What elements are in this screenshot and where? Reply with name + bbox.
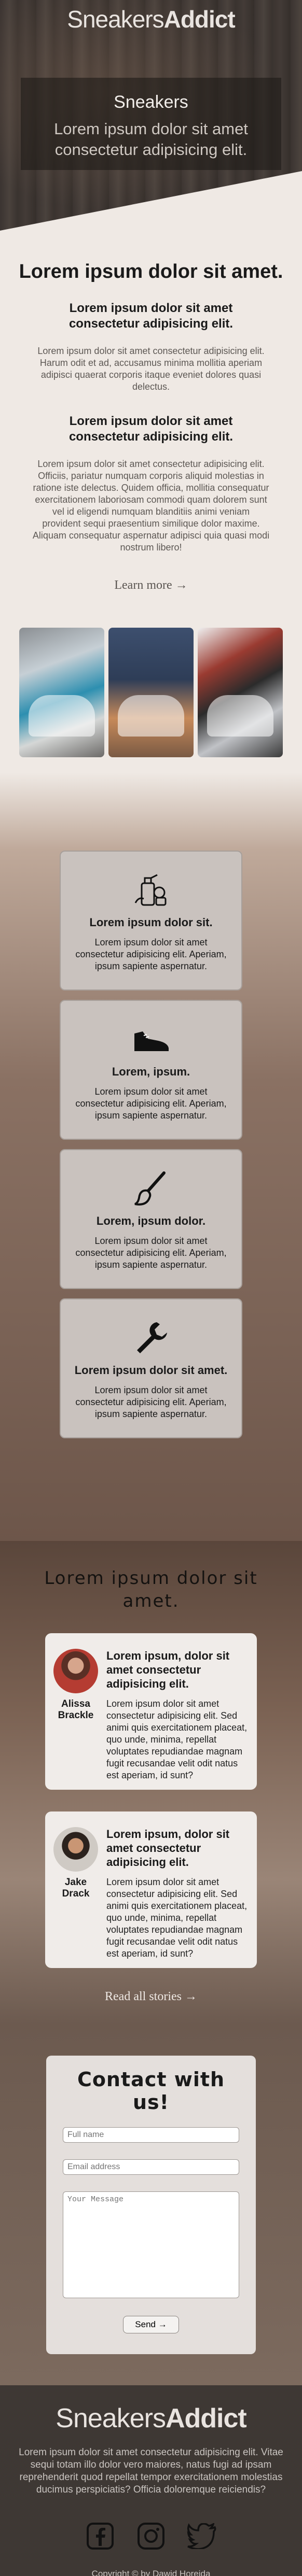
hero-header: SneakersAddict Sneakers Lorem ipsum dolo…	[0, 0, 302, 231]
feature-card: Lorem ipsum dolor sit. Lorem ipsum dolor…	[60, 851, 242, 990]
intro-section: Lorem ipsum dolor sit amet. Lorem ipsum …	[0, 231, 302, 628]
footer-brand-part2: Addict	[165, 2403, 247, 2433]
message-textarea[interactable]	[63, 2191, 239, 2298]
wrench-icon	[61, 1314, 241, 1361]
copyright: Copyright © by Dawid Horejda	[91, 2569, 211, 2576]
story-author: Jake Drack	[62, 1877, 90, 1899]
story-card: Alissa Brackle Lorem ipsum, dolor sit am…	[45, 1633, 257, 1790]
brand-logo[interactable]: SneakersAddict	[0, 5, 302, 33]
brand-part2: Addict	[163, 6, 236, 33]
contact-title: Contact with us!	[77, 2068, 225, 2114]
footer-text: Lorem ipsum dolor sit amet consectetur a…	[19, 2447, 283, 2495]
avatar	[53, 1827, 98, 1872]
full-name-input[interactable]	[63, 2127, 239, 2143]
story-heading: Lorem ipsum, dolor sit amet consectetur …	[106, 1828, 230, 1869]
features-section: Lorem ipsum dolor sit. Lorem ipsum dolor…	[0, 773, 302, 1541]
story-text: Lorem ipsum dolor sit amet consectetur a…	[106, 1699, 248, 1780]
brand-part1: Sneakers	[67, 6, 164, 33]
feature-text: Lorem ipsum dolor sit amet consectetur a…	[75, 1385, 227, 1419]
sneaker-care-icon	[61, 866, 241, 913]
intro-block1-text: Lorem ipsum dolor sit amet consectetur a…	[37, 346, 265, 392]
feature-title: Lorem, ipsum dolor.	[96, 1214, 206, 1227]
send-button[interactable]: Send →	[123, 2316, 179, 2333]
story-card: Jake Drack Lorem ipsum, dolor sit amet c…	[45, 1811, 257, 1968]
feature-card: Lorem, ipsum. Lorem ipsum dolor sit amet…	[60, 1000, 242, 1140]
contact-section: Contact with us! Send →	[0, 2025, 302, 2385]
sneaker-gallery	[0, 628, 302, 757]
footer-brand-logo[interactable]: SneakersAddict	[16, 2403, 286, 2434]
feature-card: Lorem, ipsum dolor. Lorem ipsum dolor si…	[60, 1149, 242, 1289]
social-links	[16, 2521, 286, 2551]
stories-section: Lorem ipsum dolor sit amet. Alissa Brack…	[0, 1541, 302, 2025]
facebook-icon[interactable]	[85, 2521, 115, 2551]
intro-block1-heading: Lorem ipsum dolor sit amet consectetur a…	[68, 301, 234, 331]
feature-text: Lorem ipsum dolor sit amet consectetur a…	[75, 1236, 227, 1270]
feature-text: Lorem ipsum dolor sit amet consectetur a…	[75, 1086, 227, 1121]
intro-title: Lorem ipsum dolor sit amet.	[19, 261, 283, 282]
feature-card: Lorem ipsum dolor sit amet. Lorem ipsum …	[60, 1298, 242, 1438]
read-all-stories-link[interactable]: Read all stories →	[0, 1990, 302, 2004]
hero-box: Sneakers Lorem ipsum dolor sit amet cons…	[21, 78, 281, 170]
instagram-icon[interactable]	[136, 2521, 166, 2551]
story-heading: Lorem ipsum, dolor sit amet consectetur …	[106, 1649, 230, 1690]
intro-block2-text: Lorem ipsum dolor sit amet consectetur a…	[32, 459, 270, 553]
sneaker-photo	[198, 628, 283, 757]
brush-icon	[61, 1165, 241, 1211]
sneaker-photo	[19, 628, 104, 757]
footer: SneakersAddict Lorem ipsum dolor sit ame…	[0, 2385, 302, 2576]
sneaker-icon	[61, 1015, 241, 1062]
email-input[interactable]	[63, 2159, 239, 2175]
sneaker-photo	[108, 628, 194, 757]
hero-subtitle: Lorem ipsum dolor sit amet consectetur a…	[54, 120, 248, 159]
stories-title: Lorem ipsum dolor sit amet.	[44, 1568, 258, 1611]
avatar	[53, 1649, 98, 1693]
twitter-icon[interactable]	[187, 2521, 217, 2551]
story-text: Lorem ipsum dolor sit amet consectetur a…	[106, 1877, 248, 1959]
hero-title: Sneakers	[114, 92, 188, 112]
contact-form: Contact with us! Send →	[46, 2056, 256, 2354]
feature-text: Lorem ipsum dolor sit amet consectetur a…	[75, 937, 227, 971]
feature-title: Lorem ipsum dolor sit amet.	[74, 1364, 228, 1377]
learn-more-link[interactable]: Learn more →	[114, 578, 187, 592]
feature-title: Lorem ipsum dolor sit.	[89, 916, 213, 929]
page: SneakersAddict Sneakers Lorem ipsum dolo…	[0, 0, 302, 2576]
intro-block2-heading: Lorem ipsum dolor sit amet consectetur a…	[68, 414, 234, 444]
story-author: Alissa Brackle	[58, 1699, 94, 1721]
footer-brand-part1: Sneakers	[56, 2403, 166, 2433]
feature-title: Lorem, ipsum.	[112, 1065, 190, 1078]
